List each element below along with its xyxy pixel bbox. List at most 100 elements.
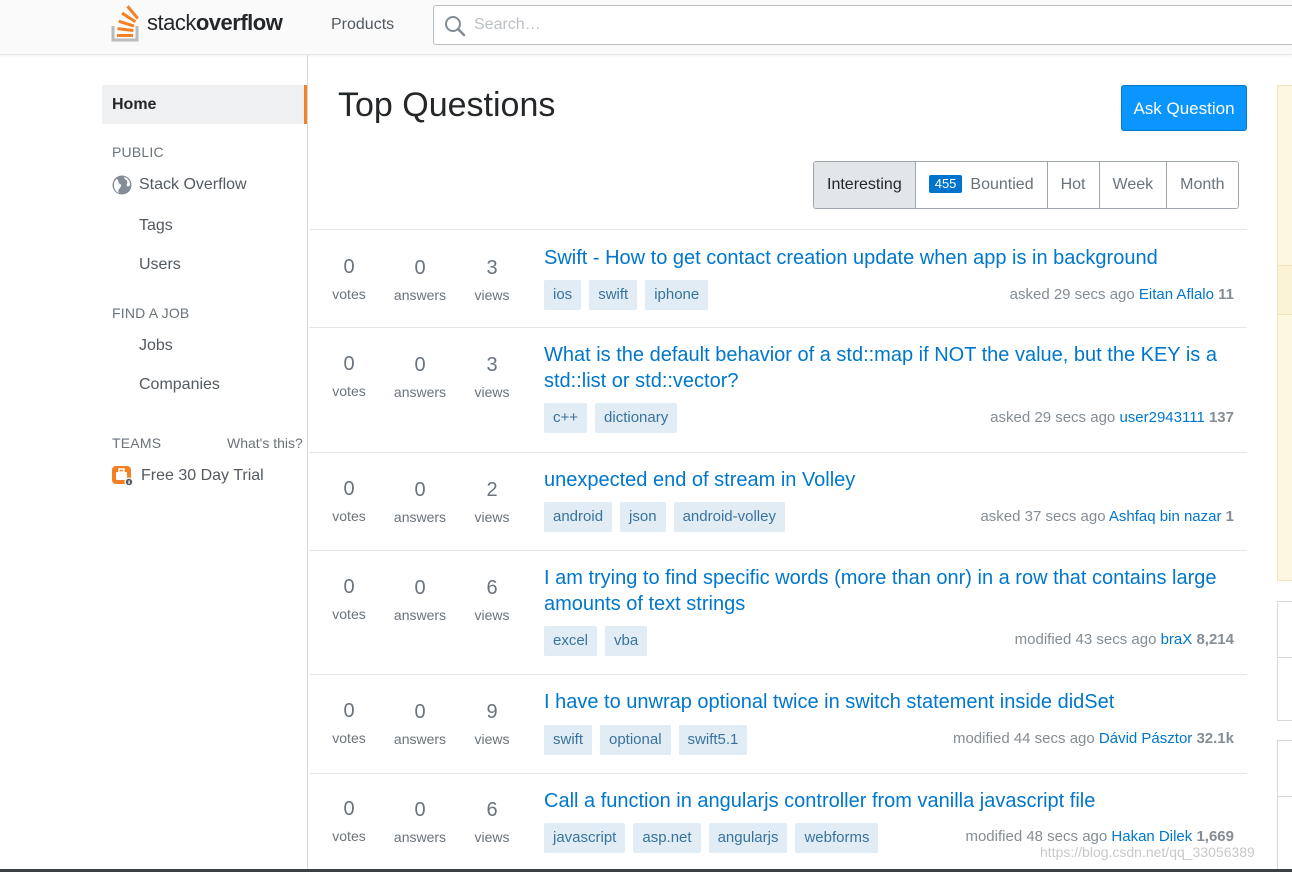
search-icon [445,16,466,37]
ask-question-button[interactable]: Ask Question [1121,85,1247,131]
tab-month[interactable]: Month [1166,162,1238,208]
sidebar-item-home[interactable]: Home [102,85,307,124]
section-label-teams: TEAMS [112,435,162,451]
top-bar: stackoverflow Products [0,0,1292,55]
question-title[interactable]: I have to unwrap optional twice in switc… [544,689,1234,715]
bounty-count-badge: 455 [928,175,963,193]
vote-count: 0 votes [332,700,366,746]
question-title[interactable]: Swift - How to get contact creation upda… [544,245,1234,271]
question-time: modified 48 secs ago [965,828,1108,845]
right-sidebar-yellow-panel [1277,85,1292,581]
section-label-find-a-job: FIND A JOB [112,305,190,321]
vote-count: 0 votes [332,576,366,622]
tag[interactable]: javascript [544,823,626,853]
tag-list: javascript asp.net angularjs webforms [544,823,886,853]
panel-divider [1278,796,1292,797]
question-row: 0 votes 0 answers 3 views Swift - How to ge… [309,230,1247,328]
logo-text: stackoverflow [147,10,283,35]
view-count: 6 views [474,799,510,845]
tag-list: android json android-volley [544,502,793,532]
question-row: 0 votes 0 answers 2 views unexpected end of… [309,453,1247,551]
question-title[interactable]: I am trying to find specific words (more… [544,565,1234,617]
question-time: asked 29 secs ago [990,409,1116,426]
view-count: 9 views [474,701,510,747]
tag[interactable]: swift [544,725,592,755]
sidebar-item-companies[interactable]: Companies [139,376,220,394]
question-meta: modified 43 secs ago braX 8,214 [1015,631,1234,648]
answer-count: 0 answers [393,701,447,747]
user-link[interactable]: user2943111 [1119,409,1204,426]
tab-bountied[interactable]: 455 Bountied [914,162,1047,208]
tag[interactable]: angularjs [708,823,788,853]
question-meta: asked 29 secs ago Eitan Aflalo 11 [1010,286,1234,303]
answer-count: 0 answers [393,354,447,400]
question-title[interactable]: Call a function in angularjs controller … [544,788,1234,814]
right-sidebar-panel [1277,740,1292,872]
user-reputation: 8,214 [1196,631,1234,648]
vote-count: 0 votes [332,798,366,844]
question-list: 0 votes 0 answers 3 views Swift - How to ge… [309,229,1247,870]
tag-list: ios swift iphone [544,280,716,310]
panel-band [1278,265,1292,315]
tag[interactable]: ios [544,280,582,310]
question-row: 0 votes 0 answers 9 views I have to unwrap … [309,675,1247,774]
question-time: modified 44 secs ago [952,730,1095,747]
question-filter-tabs: Interesting 455 Bountied Hot Week Month [813,161,1239,209]
answer-count: 0 answers [393,577,447,623]
tab-hot[interactable]: Hot [1046,162,1099,208]
user-link[interactable]: Ashfaq bin nazar [1109,508,1222,525]
tag[interactable]: android-volley [673,502,785,532]
sidebar-item-users[interactable]: Users [139,256,181,274]
sidebar-item-jobs[interactable]: Jobs [139,337,173,355]
panel-divider [1278,657,1292,658]
page-title: Top Questions [338,86,556,124]
user-link[interactable]: Dávid Pásztor [1099,730,1192,747]
question-meta: modified 44 secs ago Dávid Pásztor 32.1k [953,730,1234,747]
view-count: 3 views [474,354,510,400]
tab-interesting[interactable]: Interesting [814,162,915,208]
user-reputation: 1,669 [1196,828,1234,845]
question-row: 0 votes 0 answers 6 views I am trying to fi… [309,551,1247,675]
globe-icon [112,175,132,195]
user-link[interactable]: braX [1161,631,1193,648]
user-reputation: 137 [1208,409,1234,426]
question-meta: asked 37 secs ago Ashfaq bin nazar 1 [980,508,1234,525]
products-menu[interactable]: Products [318,8,407,42]
view-count: 2 views [474,479,510,525]
tag[interactable]: swift5.1 [678,725,748,755]
question-title[interactable]: unexpected end of stream in Volley [544,467,1234,493]
vote-count: 0 votes [332,256,366,302]
tag[interactable]: webforms [795,823,879,853]
tag[interactable]: asp.net [633,823,701,853]
search-input[interactable] [474,6,1274,44]
user-link[interactable]: Hakan Dilek [1111,828,1192,845]
view-count: 3 views [474,257,510,303]
tag-list: swift optional swift5.1 [544,725,755,755]
tab-week[interactable]: Week [1098,162,1167,208]
answer-count: 0 answers [393,479,447,525]
user-reputation: 11 [1218,286,1234,303]
tag[interactable]: optional [600,725,671,755]
tag-list: c++ dictionary [544,403,685,433]
whats-this-link[interactable]: What's this? [227,435,303,451]
section-label-public: PUBLIC [112,144,164,160]
question-title[interactable]: What is the default behavior of a std::m… [544,342,1234,394]
tag[interactable]: iphone [645,280,709,310]
vote-count: 0 votes [332,353,366,399]
tag[interactable]: swift [589,280,638,310]
sidebar-item-free-trial[interactable]: Free 30 Day Trial [112,465,264,487]
vote-count: 0 votes [332,478,366,524]
tag[interactable]: android [544,502,613,532]
tag[interactable]: vba [605,626,648,656]
stack-logo-icon [111,5,139,42]
user-link[interactable]: Eitan Aflalo [1139,286,1214,303]
tag[interactable]: dictionary [595,403,678,433]
sidebar-item-stack-overflow[interactable]: Stack Overflow [112,175,247,195]
sidebar-item-tags[interactable]: Tags [139,217,173,235]
question-meta: modified 48 secs ago Hakan Dilek 1,669 [965,828,1234,845]
tag[interactable]: c++ [544,403,588,433]
tag[interactable]: excel [544,626,598,656]
tag[interactable]: json [620,502,666,532]
stackoverflow-logo[interactable]: stackoverflow [111,4,283,42]
search-box[interactable] [433,5,1292,45]
